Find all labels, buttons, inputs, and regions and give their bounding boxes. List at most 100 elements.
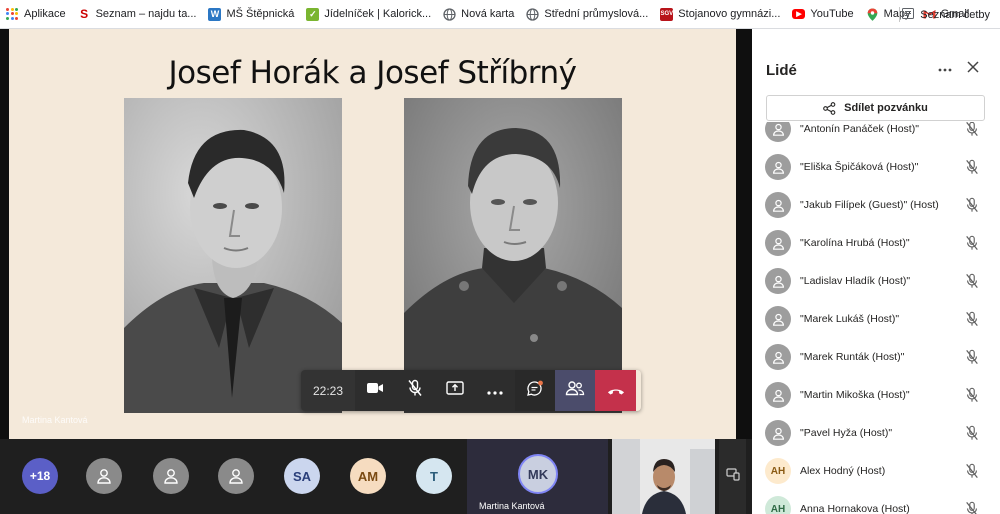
person-name: Alex Hodný (Host) xyxy=(800,465,886,477)
mic-off-icon xyxy=(966,387,978,403)
self-video-tile[interactable] xyxy=(612,439,715,514)
mic-off-icon xyxy=(966,463,978,479)
person-name: Anna Hornakova (Host) xyxy=(800,503,910,514)
bookmark-label: Stojanovo gymnázi... xyxy=(678,8,781,20)
school-icon: SGV xyxy=(660,7,674,21)
person-row[interactable]: "Marek Runták (Host)" xyxy=(752,338,1000,376)
bookmark-nova-karta[interactable]: Nová karta xyxy=(443,7,515,21)
person-avatar xyxy=(765,268,791,294)
bookmark-ms-stepnicka[interactable]: W MŠ Štěpnická xyxy=(208,7,294,21)
person-icon xyxy=(772,161,784,174)
close-icon xyxy=(967,61,979,73)
participants-button[interactable] xyxy=(555,370,595,411)
share-icon xyxy=(823,101,836,115)
person-icon xyxy=(229,469,243,484)
mic-off-icon xyxy=(966,501,978,514)
call-controls-bar: 22:23 xyxy=(301,370,641,411)
camera-button[interactable] xyxy=(355,370,395,411)
speaker-name: Martina Kantová xyxy=(479,501,545,511)
camera-icon xyxy=(366,381,384,400)
bookmark-label: Aplikace xyxy=(24,8,66,20)
chat-icon xyxy=(526,380,544,402)
active-speaker-tile[interactable]: MK Martina Kantová xyxy=(467,439,608,514)
bookmark-stredni-prumyslova[interactable]: Střední průmyslová... xyxy=(526,7,649,21)
person-row[interactable]: "Eliška Špičáková (Host)" xyxy=(752,148,1000,186)
person-avatar xyxy=(765,122,791,142)
participant-avatar[interactable] xyxy=(218,458,254,494)
presenter-watermark: Martina Kantová xyxy=(22,415,88,425)
mic-off-icon xyxy=(966,197,978,213)
share-screen-button[interactable] xyxy=(435,370,475,411)
person-avatar xyxy=(765,382,791,408)
bookmark-apps[interactable]: Aplikace xyxy=(6,7,66,21)
person-row[interactable]: "Martin Mikoška (Host)" xyxy=(752,376,1000,414)
speaker-avatar: MK xyxy=(518,454,558,494)
participant-avatar[interactable] xyxy=(86,458,122,494)
bookmark-label: Střední průmyslová... xyxy=(544,8,649,20)
person-initials: AH xyxy=(770,503,786,514)
participants-icon xyxy=(565,380,585,401)
person-avatar xyxy=(765,306,791,332)
device-switch-icon xyxy=(725,467,740,486)
person-row[interactable]: "Pavel Hyža (Host)" xyxy=(752,414,1000,452)
bookmark-youtube[interactable]: ▶ YouTube xyxy=(792,8,854,20)
participant-avatar-initials[interactable]: AM xyxy=(350,458,386,494)
bookmark-label: Seznam – najdu ta... xyxy=(95,8,197,20)
person-row[interactable]: "Marek Lukáš (Host)" xyxy=(752,300,1000,338)
reading-list-icon xyxy=(902,7,915,22)
person-icon xyxy=(772,199,784,212)
panel-title: Lidé xyxy=(766,62,797,79)
person-row[interactable]: "Antonín Panáček (Host)" xyxy=(752,122,1000,148)
participant-initials: T xyxy=(430,468,438,484)
call-timer: 22:23 xyxy=(301,370,355,411)
share-screen-icon xyxy=(446,381,464,400)
leave-call-button[interactable] xyxy=(595,370,636,411)
kalorick-icon: ✓ xyxy=(306,7,320,21)
w-icon: W xyxy=(208,7,222,21)
microphone-button[interactable] xyxy=(395,370,435,411)
participant-avatar-initials[interactable]: T xyxy=(416,458,452,494)
person-row[interactable]: "Karolína Hrubá (Host)" xyxy=(752,224,1000,262)
panel-more-options-button[interactable] xyxy=(938,59,952,77)
bookmark-seznam[interactable]: S Seznam – najdu ta... xyxy=(78,7,197,21)
more-actions-button[interactable] xyxy=(475,370,515,411)
person-row[interactable]: AH Anna Hornakova (Host) xyxy=(752,490,1000,514)
person-avatar-initials: AH xyxy=(765,458,791,484)
bookmarks-bar: Aplikace S Seznam – najdu ta... W MŠ Ště… xyxy=(0,0,1000,29)
person-icon xyxy=(772,351,784,364)
person-icon xyxy=(97,469,111,484)
person-icon xyxy=(772,237,784,250)
bookmark-jidelnicek[interactable]: ✓ Jídelníček | Kalorick... xyxy=(306,7,431,21)
apps-grid-icon xyxy=(6,7,19,21)
person-name: "Eliška Špičáková (Host)" xyxy=(800,161,919,173)
more-icon xyxy=(938,68,952,72)
overflow-participants-button[interactable]: +18 xyxy=(22,458,58,494)
mic-off-icon xyxy=(966,311,978,327)
chat-button[interactable] xyxy=(515,370,555,411)
globe-icon xyxy=(443,7,456,21)
share-invite-button[interactable]: Sdílet pozvánku xyxy=(766,95,985,121)
participant-avatar[interactable] xyxy=(153,458,189,494)
reading-list[interactable]: Seznam četby xyxy=(902,0,990,29)
person-icon xyxy=(772,427,784,440)
person-icon xyxy=(772,389,784,402)
bookmark-stojanovo[interactable]: SGV Stojanovo gymnázi... xyxy=(660,7,781,21)
slide-title: Josef Horák a Josef Stříbrný xyxy=(168,55,577,91)
panel-close-button[interactable] xyxy=(965,59,981,75)
participant-initials: SA xyxy=(292,468,312,484)
portrait-photo-right xyxy=(404,98,622,413)
mic-off-icon xyxy=(966,425,978,441)
bookmark-label: Nová karta xyxy=(461,8,515,20)
person-initials: AH xyxy=(770,465,786,477)
person-row[interactable]: AH Alex Hodný (Host) xyxy=(752,452,1000,490)
person-name: "Antonín Panáček (Host)" xyxy=(800,123,919,135)
device-settings-button[interactable] xyxy=(719,439,746,514)
participant-avatar-initials[interactable]: SA xyxy=(284,458,320,494)
person-avatar xyxy=(765,420,791,446)
person-name: "Marek Runták (Host)" xyxy=(800,351,905,363)
globe-icon xyxy=(526,7,540,21)
person-row[interactable]: "Jakub Filípek (Guest)" (Host) xyxy=(752,186,1000,224)
person-row[interactable]: "Ladislav Hladík (Host)" xyxy=(752,262,1000,300)
more-icon xyxy=(487,382,503,400)
person-avatar xyxy=(765,154,791,180)
